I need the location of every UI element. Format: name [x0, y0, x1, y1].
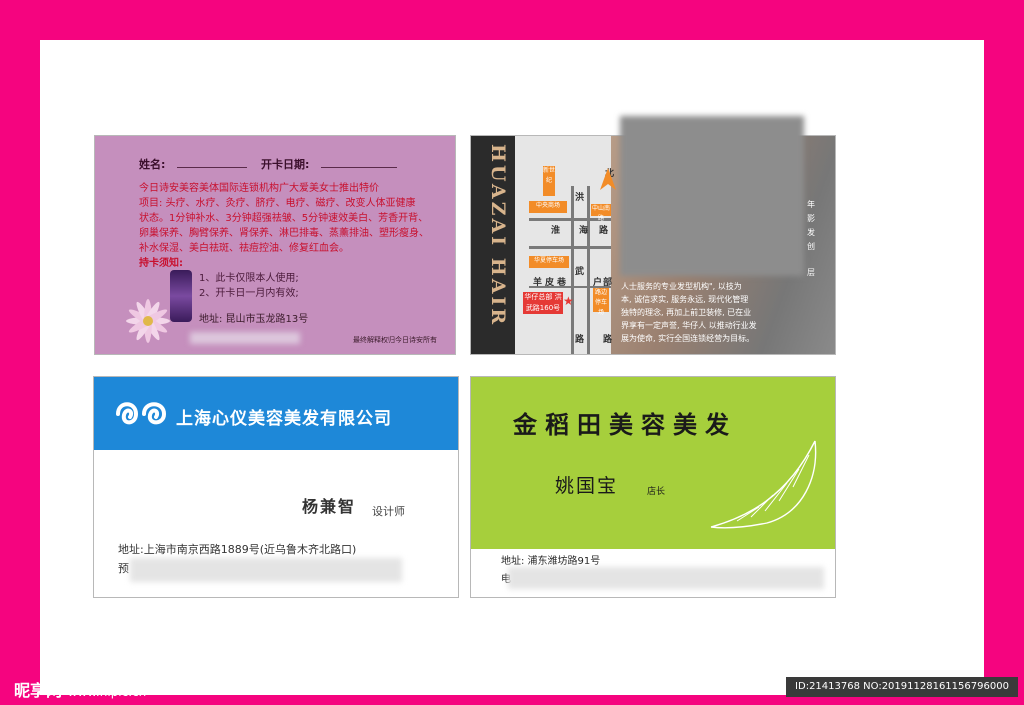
side-text: 发: [807, 228, 815, 237]
phone-prefix: 预: [118, 562, 129, 575]
map-label: 巷: [557, 278, 567, 288]
intro-line-1: 人士服务的专业发型机构", 以技为: [621, 282, 742, 291]
map-road: [529, 246, 611, 249]
service-line-c: 卵巢保养、胸臂保养、肾保养、淋巴排毒、蒸薰排油、塑形瘦身、: [139, 228, 429, 239]
map-road: [587, 186, 590, 354]
person-name: 姚国宝: [555, 475, 619, 497]
company-logo-icon: [116, 402, 167, 425]
intro-line-4: 界享有一定声誉, 华仔人 以推动行业发: [621, 321, 757, 330]
map-box: 华夏停车场: [529, 256, 569, 268]
map-label: 路: [599, 226, 609, 236]
intro-line-2: 本, 诚信求实, 服务永远, 现代化管理: [621, 295, 749, 304]
map-box-hq: 华仔总部 洪武路160号: [523, 292, 563, 314]
map-box: 新世纪: [543, 166, 555, 196]
address: 地址: 浦东潍坊路91号: [501, 556, 601, 567]
map-label: 洪: [575, 193, 585, 203]
service-line-a: 项目: 头疗、水疗、灸疗、脐疗、电疗、磁疗、改变人体亚健康: [139, 198, 416, 209]
intro-line-5: 展为使命, 实行全国连锁经营为目标。: [621, 334, 755, 343]
notice-2: 2、开卡日一月内有效;: [199, 288, 299, 299]
map-label: 羊: [533, 278, 543, 288]
name-line: [177, 167, 247, 168]
date-label: 开卡日期:: [261, 158, 310, 171]
map-road: [571, 186, 574, 354]
brand-vertical-text: HUAZAI HAIR: [487, 144, 509, 328]
card-jindaotian-salon: 金稻田美容美发 姚国宝 店长 地址: 浦东潍坊路91号 电: [470, 376, 836, 598]
intro-line-3: 独特的理念, 再加上前卫装修, 已在业: [621, 308, 752, 317]
flower-icon: [126, 299, 170, 343]
company-name: 上海心仪美容美发有限公司: [176, 409, 392, 429]
map-label: 户: [593, 278, 603, 288]
map-label: 淮: [551, 226, 561, 236]
map-label: 部: [603, 278, 613, 288]
blurred-face: [620, 116, 804, 276]
address: 地址:上海市南京西路1889号(近乌鲁木齐北路口): [118, 543, 357, 556]
side-text: 影: [807, 214, 815, 223]
name-label: 姓名:: [139, 158, 166, 171]
map-label: 皮: [545, 278, 555, 288]
north-arrow-icon: [600, 168, 616, 190]
image-id-badge: ID:21413768 NO:20191128161156796000: [786, 677, 1018, 697]
feather-icon: [710, 440, 817, 529]
job-title: 店长: [647, 487, 666, 497]
side-text: 创: [807, 242, 815, 251]
nipic-watermark: 昵享网 www.nipic.cn: [14, 677, 146, 701]
map-label: 海: [579, 226, 589, 236]
notice-1: 1、此卡仅限本人使用;: [199, 273, 299, 284]
map-label: 路: [575, 335, 585, 345]
person-name: 杨兼智: [302, 497, 357, 516]
service-line-d: 补水保湿、美白祛斑、祛痘控油、修复红血会。: [139, 243, 349, 254]
watermark-url: www.nipic.cn: [67, 685, 147, 699]
star-icon: ★: [563, 294, 574, 308]
watermark-logo: 昵享网: [14, 681, 63, 700]
intro-text: 今日诗安美容美体国际连锁机构广大爱美女士推出特价: [139, 183, 379, 194]
address: 地址: 昆山市玉龙路13号: [199, 314, 309, 325]
side-text: 层: [807, 268, 815, 277]
blurred-phone: [190, 332, 300, 344]
job-title: 设计师: [372, 505, 405, 518]
blurred-phone: [130, 558, 402, 582]
map-box: 中山南路: [591, 204, 611, 222]
map-label: 武: [575, 267, 585, 277]
date-line: [321, 167, 397, 168]
map-label: 路: [603, 335, 613, 345]
side-text: 年: [807, 200, 815, 209]
service-line-b: 状态。1分钟补水、3分钟超强祛皱、5分钟速效美白、芳香开背、: [139, 213, 429, 224]
company-name: 金稻田美容美发: [513, 410, 737, 439]
footer-note: 最终解释权归今日诗安所有: [353, 336, 437, 344]
map-box: 中央商场: [529, 201, 567, 213]
map-box: 路边停车场: [593, 288, 609, 316]
notice-title: 持卡须知:: [139, 258, 183, 269]
blurred-phone: [508, 567, 824, 589]
